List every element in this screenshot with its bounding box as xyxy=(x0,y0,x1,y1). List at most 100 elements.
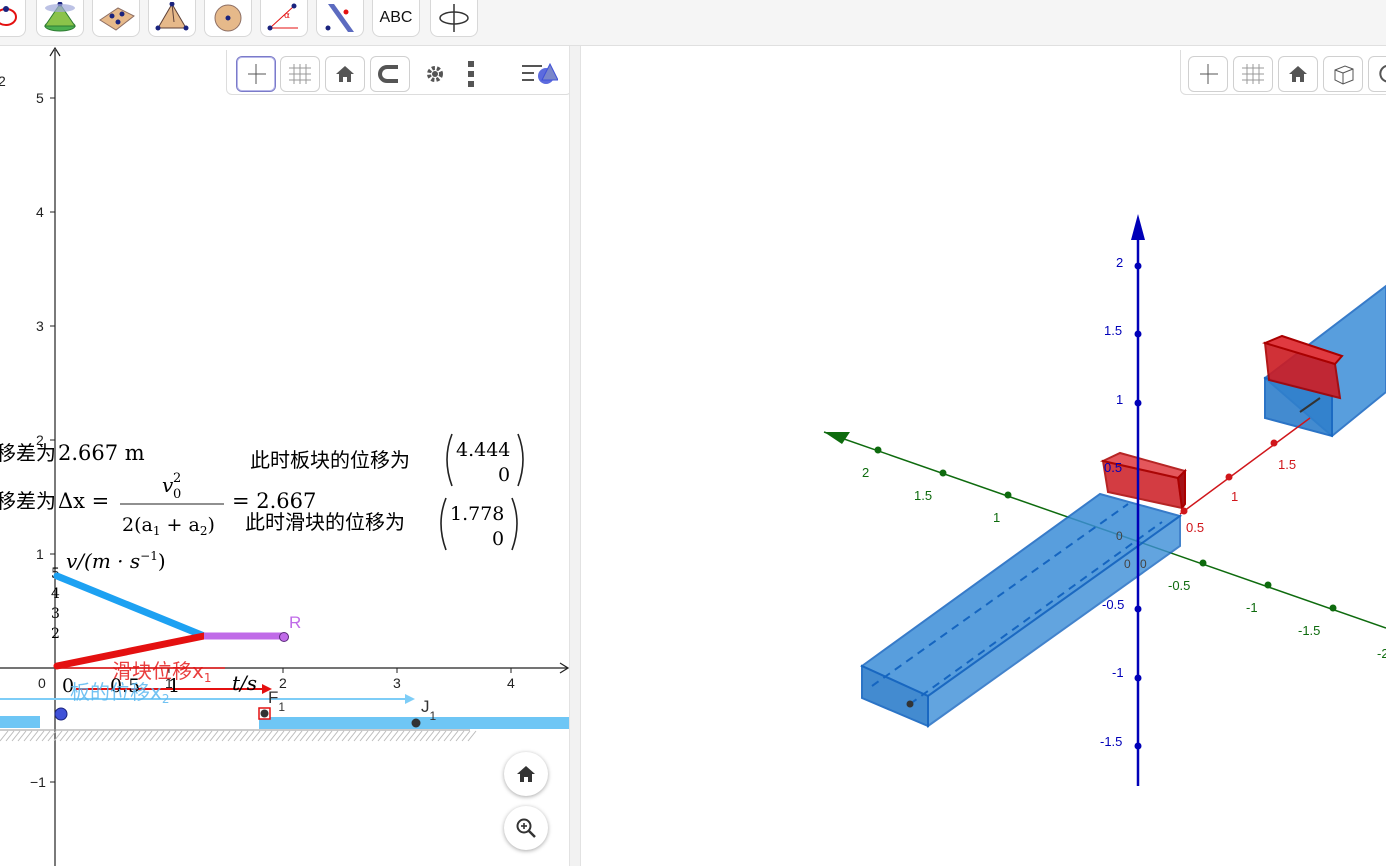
graphics-view-2d[interactable]: 5 4 3 2 1 −1 0 1 2 3 4 2 移差为 2.667 m 移差为… xyxy=(0,46,569,866)
abc-label: ABC xyxy=(379,9,413,26)
point-start[interactable] xyxy=(54,707,68,721)
cube-icon xyxy=(1334,65,1354,85)
t-axis-label: t/s xyxy=(232,671,257,695)
matrix-bracket-left xyxy=(446,433,453,487)
x-tick-label: 0 xyxy=(38,675,46,691)
clipping-button[interactable] xyxy=(1323,56,1363,92)
matrix-bracket-right xyxy=(517,433,524,487)
z3d-tick: 1 xyxy=(1116,392,1123,407)
standard-view-3d-button[interactable] xyxy=(1278,56,1318,92)
y3d-tick: 2 xyxy=(862,465,869,480)
slider-disp-x: 1.778 xyxy=(450,503,504,525)
graphics-3d-canvas[interactable]: 2 1.5 1 -0.5 -1 -1.5 -2 0.5 1 1.5 2 1.5 … xyxy=(580,46,1386,866)
cone-icon xyxy=(44,2,76,32)
style-bar-2d xyxy=(226,50,569,95)
origin-label: 0 xyxy=(1124,557,1131,571)
pyramid-icon xyxy=(155,2,189,31)
z3d-tick: 2 xyxy=(1116,255,1123,270)
vt-tick: 4 xyxy=(51,586,60,602)
gear-icon xyxy=(427,66,443,82)
rotate-around-line-icon xyxy=(0,6,17,26)
text-tool[interactable]: ABC xyxy=(372,0,420,37)
home-view-button[interactable] xyxy=(504,752,548,796)
formula-denominator: 2(a1 + a2) xyxy=(122,514,215,538)
board-disp-y: 0 xyxy=(498,464,510,486)
graphics-2d-canvas[interactable]: 5 4 3 2 1 −1 0 1 2 3 4 2 移差为 2.667 m 移差为… xyxy=(0,46,569,866)
z3d-tick: 1.5 xyxy=(1104,323,1122,338)
z3d-tick: -1.5 xyxy=(1100,734,1122,749)
z-axis-arrow-3d xyxy=(1131,214,1145,240)
grid-icon xyxy=(1242,64,1264,84)
pyramid-tool[interactable] xyxy=(148,0,196,37)
formula-lhs: Δx = xyxy=(58,489,109,513)
x-tick-label: 3 xyxy=(393,675,401,691)
z3d-tick: 0.5 xyxy=(1104,460,1122,475)
y3d-tick: -0.5 xyxy=(1168,578,1190,593)
toggle-axes-3d-button[interactable] xyxy=(1188,56,1228,92)
board-label: 板的位移x2 xyxy=(70,680,169,706)
sphere-icon xyxy=(214,4,242,32)
formula-prefix: 移差为 xyxy=(0,489,56,513)
rotate-icon xyxy=(1379,65,1386,83)
z3d-tick: -0.5 xyxy=(1102,597,1124,612)
v-axis-label: v/(m · s−1) xyxy=(66,549,166,573)
point-capturing-button[interactable] xyxy=(370,56,410,92)
point-j1[interactable] xyxy=(411,718,421,728)
ground-hatch xyxy=(0,730,477,742)
y-tick-label: −1 xyxy=(30,774,46,790)
home-icon xyxy=(1289,66,1307,82)
zoom-button[interactable] xyxy=(504,806,548,850)
slider-displacement-label: 此时滑块的位移为 xyxy=(245,510,405,534)
home-icon xyxy=(517,766,535,782)
point-r[interactable] xyxy=(279,632,289,642)
settings-button[interactable] xyxy=(415,56,455,92)
reflect-tool[interactable] xyxy=(316,0,364,37)
y3d-tick: -1 xyxy=(1246,600,1258,615)
matrix-bracket-right xyxy=(511,497,518,551)
toggle-grid-button[interactable] xyxy=(280,56,320,92)
cone-tool[interactable] xyxy=(36,0,84,37)
style-menu-button[interactable] xyxy=(519,56,559,92)
rotate-3d-button[interactable] xyxy=(1368,56,1386,92)
x-tick-label: 2 xyxy=(279,675,287,691)
board-velocity-line[interactable] xyxy=(53,572,208,640)
vt-tick: 3 xyxy=(51,606,60,622)
more-options-button[interactable] xyxy=(460,56,482,92)
standard-view-button[interactable] xyxy=(325,56,365,92)
zoom-in-icon xyxy=(516,818,536,838)
board-disp-x: 4.444 xyxy=(456,439,510,461)
board-box[interactable] xyxy=(860,492,1183,728)
grid-icon xyxy=(289,64,311,84)
reflect-icon xyxy=(325,4,354,32)
vt-tick: 2 xyxy=(51,626,60,642)
z3d-tick: -1 xyxy=(1112,665,1124,680)
toolbar: α ABC xyxy=(0,0,1386,46)
formula-numerator-sup: 2 xyxy=(173,471,181,486)
svg-text:α: α xyxy=(284,11,290,21)
board-arrow-head xyxy=(405,694,415,704)
toggle-axes-button[interactable] xyxy=(236,56,276,92)
rotate-around-line-tool[interactable] xyxy=(0,0,26,37)
home-icon xyxy=(336,66,354,82)
graphics-view-3d[interactable]: 2 1.5 1 -0.5 -1 -1.5 -2 0.5 1 1.5 2 1.5 … xyxy=(580,46,1386,866)
rotate-view-icon xyxy=(439,4,469,32)
angle-tool[interactable]: α xyxy=(260,0,308,37)
origin-label: 0 xyxy=(1140,557,1147,571)
inner-x-tick: 1 xyxy=(168,675,180,697)
board-left-segment xyxy=(0,716,40,728)
y3d-tick: -1.5 xyxy=(1298,623,1320,638)
board-displacement-label: 此时板块的位移为 xyxy=(250,448,410,472)
y3d-tick: 1 xyxy=(993,510,1000,525)
net-icon xyxy=(99,7,135,31)
rotate-view-tool[interactable] xyxy=(430,0,478,37)
toggle-grid-3d-button[interactable] xyxy=(1233,56,1273,92)
x3d-tick: 0.5 xyxy=(1186,520,1204,535)
net-tool[interactable] xyxy=(92,0,140,37)
angle-icon: α xyxy=(267,3,298,31)
y-axis-label-partial: 2 xyxy=(0,73,6,89)
origin-label: 0 xyxy=(1116,529,1123,543)
point-f1[interactable] xyxy=(260,709,269,718)
point-r-label: R xyxy=(289,613,301,632)
y3d-tick: -2 xyxy=(1377,646,1386,661)
sphere-tool[interactable] xyxy=(204,0,252,37)
